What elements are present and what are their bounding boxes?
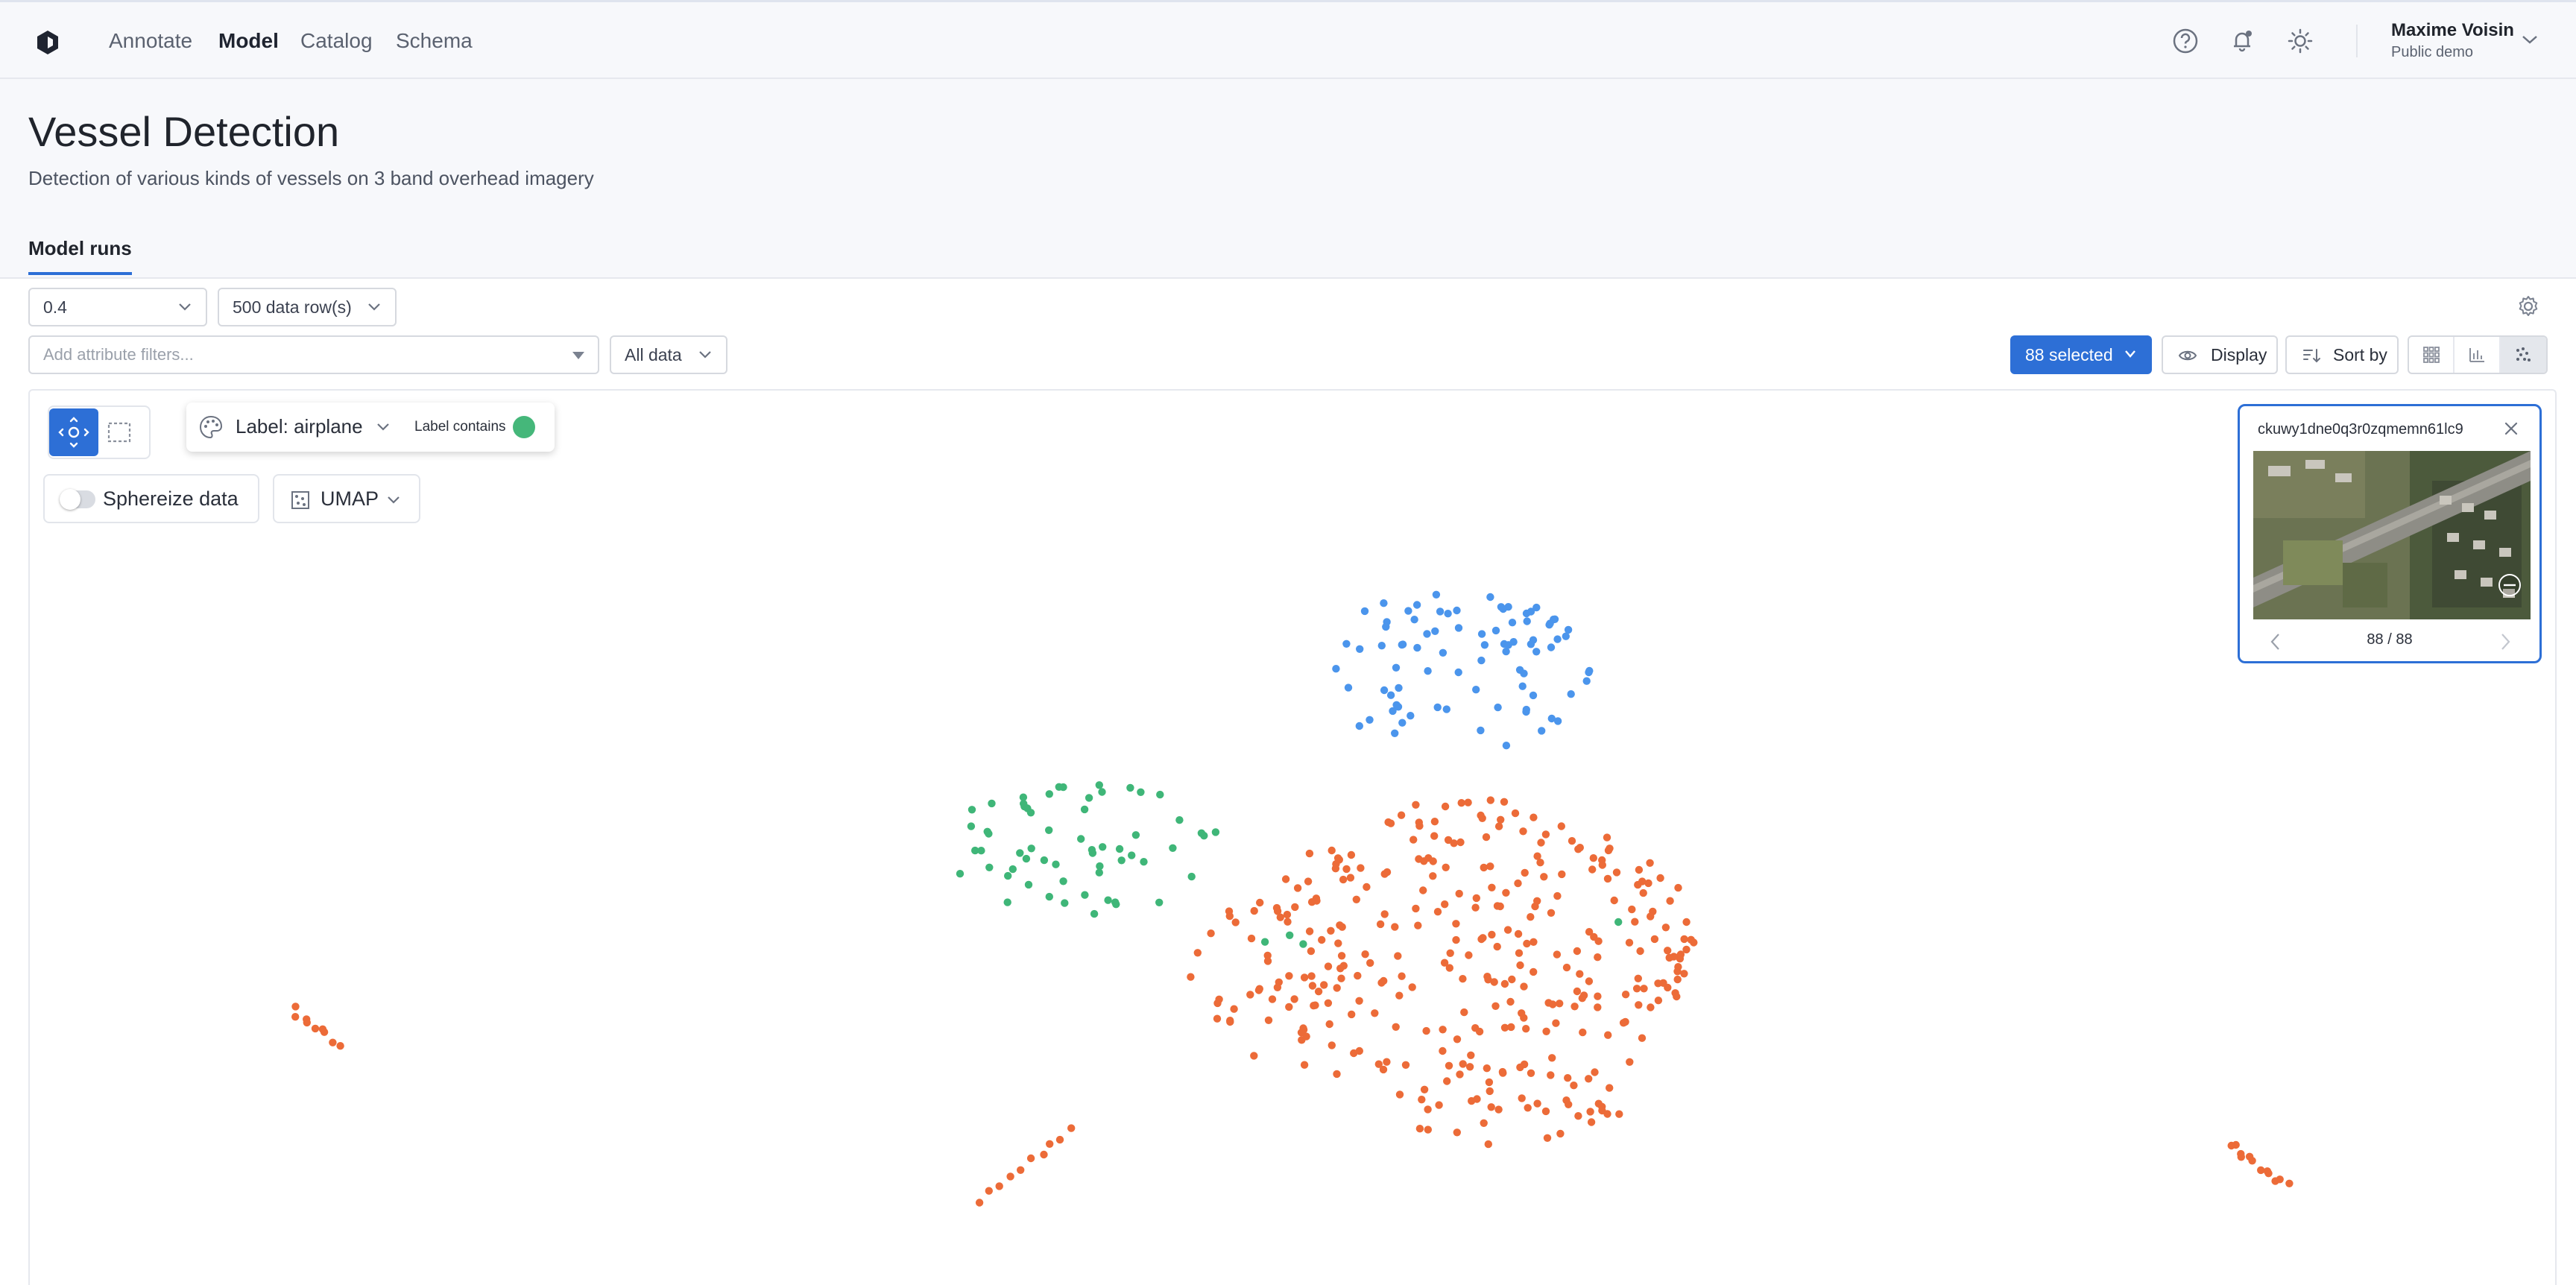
preview-position: 88 / 88 <box>2367 631 2413 648</box>
display-label: Display <box>2211 345 2267 364</box>
sort-by-button[interactable]: Sort by <box>2285 335 2399 374</box>
model-run-version-value: 0.4 <box>43 297 67 317</box>
close-icon[interactable] <box>2502 420 2520 438</box>
project-header: Vessel Detection Detection of various ki… <box>0 79 2576 279</box>
sort-by-label: Sort by <box>2333 345 2387 364</box>
data-rows-select[interactable]: 500 data row(s) <box>218 288 397 326</box>
toggle-knob <box>60 489 80 510</box>
user-menu-chevron-icon[interactable] <box>2519 32 2540 47</box>
color-by-label-card: Label: airplane Label contains <box>186 402 555 452</box>
data-row-preview-card: ckuwy1dne0q3r0zqmemn61lc9 88 / 88 <box>2238 404 2542 663</box>
embedding-projector-canvas[interactable] <box>28 389 2557 1285</box>
color-by-select[interactable]: Label: airplane <box>236 415 363 438</box>
tab-model-runs[interactable]: Model runs <box>28 237 132 275</box>
projection-method-value: UMAP <box>321 487 379 510</box>
chevron-down-icon <box>388 496 400 504</box>
labelbox-logo-icon[interactable] <box>33 28 63 57</box>
grid-icon <box>2422 347 2440 363</box>
nav-annotate[interactable]: Annotate <box>109 28 192 54</box>
palette-icon <box>199 415 223 439</box>
chevron-down-icon <box>179 303 191 311</box>
theme-toggle-sun-icon[interactable] <box>2285 26 2315 56</box>
eye-icon <box>2178 350 2197 361</box>
projection-method-select[interactable]: UMAP <box>273 474 420 523</box>
scatter-projector-icon <box>2516 347 2531 361</box>
legend-color-swatch <box>513 416 535 438</box>
data-scope-value: All data <box>625 345 682 364</box>
view-mode-toggle <box>2408 335 2548 374</box>
box-select-tool-icon[interactable] <box>104 417 134 447</box>
top-nav-bar: Annotate Model Catalog Schema Maxime Voi… <box>0 0 2576 79</box>
data-scope-select[interactable]: All data <box>610 335 727 374</box>
pan-tool-icon <box>58 417 89 448</box>
selection-menu-button[interactable]: 88 selected <box>2010 335 2152 374</box>
sphereize-label: Sphereize data <box>103 487 239 510</box>
display-button[interactable]: Display <box>2162 335 2278 374</box>
help-icon[interactable] <box>2171 26 2200 56</box>
page-description: Detection of various kinds of vessels on… <box>28 167 594 189</box>
sphereize-toggle[interactable] <box>60 489 95 510</box>
aerial-image-thumbnail[interactable] <box>2253 451 2531 619</box>
next-chevron-icon[interactable] <box>2498 631 2513 652</box>
legend-label: Label contains <box>414 419 506 435</box>
chevron-down-icon <box>699 351 711 359</box>
notification-bell-icon[interactable] <box>2227 26 2257 56</box>
chevron-down-icon <box>2125 350 2135 358</box>
aerial-image <box>2253 451 2531 619</box>
user-org: Public demo <box>2391 44 2474 60</box>
user-name[interactable]: Maxime Voisin <box>2391 20 2514 41</box>
caret-down-icon <box>572 352 584 359</box>
nav-schema[interactable]: Schema <box>396 28 473 54</box>
page-title: Vessel Detection <box>28 108 340 155</box>
grid-view-button[interactable] <box>2409 337 2455 373</box>
sort-icon <box>2303 349 2320 363</box>
pan-zoom-tool-button[interactable] <box>49 408 98 456</box>
model-run-version-select[interactable]: 0.4 <box>28 288 207 326</box>
attribute-filter-input[interactable]: Add attribute filters... <box>28 335 599 374</box>
bar-chart-icon <box>2469 348 2485 362</box>
data-rows-value: 500 data row(s) <box>233 297 352 317</box>
data-row-id[interactable]: ckuwy1dne0q3r0zqmemn61lc9 <box>2258 421 2463 438</box>
chevron-down-icon <box>368 303 380 311</box>
attribute-filter-placeholder: Add attribute filters... <box>43 345 194 364</box>
nav-divider <box>2356 25 2358 57</box>
umap-icon <box>291 491 309 509</box>
sphereize-control: Sphereize data <box>43 474 259 523</box>
remove-from-selection-icon[interactable] <box>2496 572 2523 599</box>
chart-view-button[interactable] <box>2455 337 2501 373</box>
nav-catalog[interactable]: Catalog <box>300 28 373 54</box>
chevron-down-icon[interactable] <box>376 422 391 432</box>
settings-gear-icon[interactable] <box>2516 294 2540 318</box>
nav-model[interactable]: Model <box>218 28 279 54</box>
selected-count: 88 selected <box>2025 345 2113 364</box>
embedding-view-button[interactable] <box>2500 337 2546 373</box>
